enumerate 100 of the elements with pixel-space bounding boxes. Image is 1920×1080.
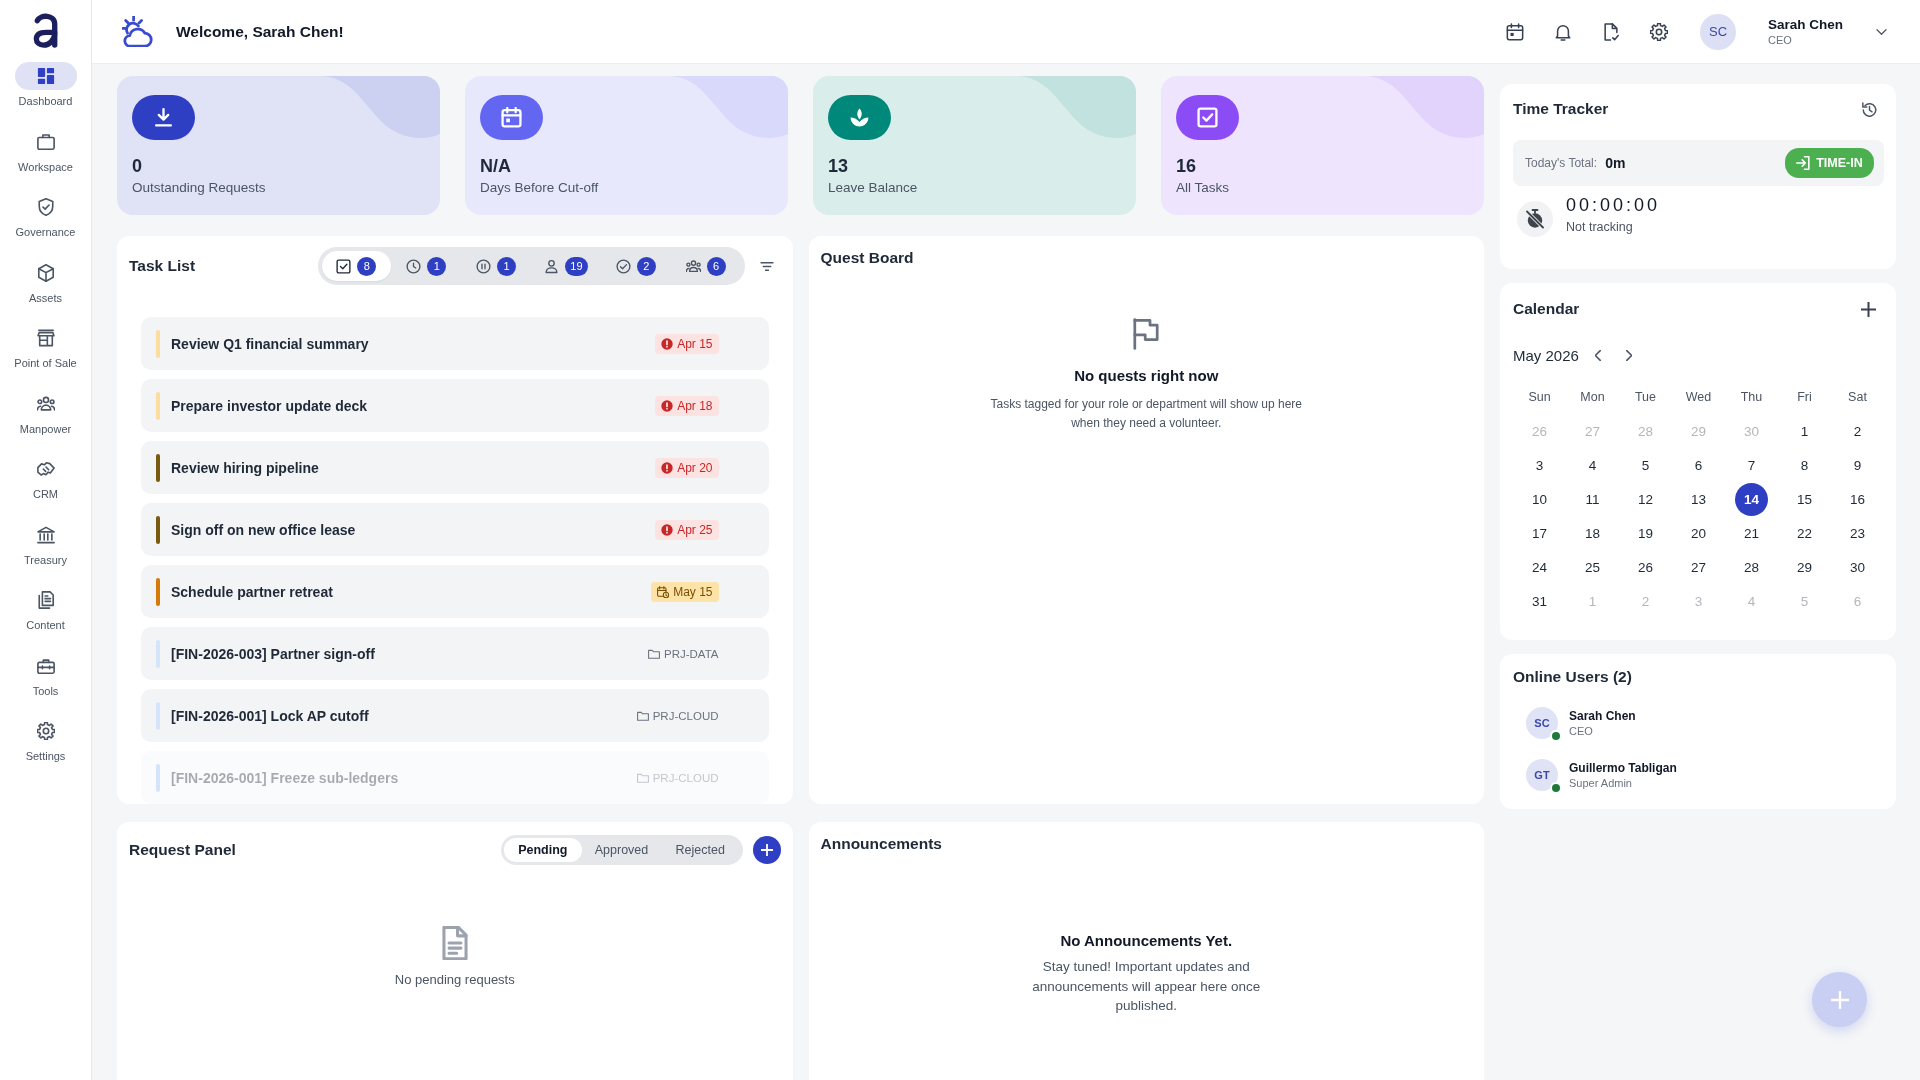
stat-card[interactable]: 16 All Tasks <box>1161 76 1484 215</box>
task-row[interactable]: Sign off on new office lease Apr 25 <box>141 503 769 556</box>
settings-icon[interactable] <box>1650 22 1668 41</box>
calendar-day[interactable]: 14 <box>1735 482 1768 516</box>
task-count: 8 <box>357 256 377 276</box>
calendar-day[interactable]: 9 <box>1841 448 1874 482</box>
status-tab[interactable]: Approved <box>582 838 661 862</box>
nav-item[interactable]: Settings <box>5 717 86 783</box>
calendar-day[interactable]: 5 <box>1629 448 1662 482</box>
calendar-day[interactable]: 17 <box>1523 516 1556 550</box>
user-avatar[interactable]: SC <box>1700 13 1736 50</box>
calendar-day[interactable]: 25 <box>1576 550 1609 584</box>
task-title: Schedule partner retreat <box>171 583 334 600</box>
chevron-down-icon[interactable] <box>1875 28 1887 35</box>
task-row[interactable]: [FIN-2026-001] Lock AP cutoff PRJ-CLOUD <box>141 689 769 742</box>
calendar-day[interactable]: 16 <box>1841 482 1874 516</box>
calendar-day[interactable]: 21 <box>1735 516 1768 550</box>
calendar-day[interactable]: 18 <box>1576 516 1609 550</box>
project-code: PRJ-DATA <box>663 647 719 660</box>
filter-tab[interactable]: 19 <box>531 251 601 281</box>
calendar-day[interactable]: 4 <box>1576 448 1609 482</box>
calendar-day[interactable]: 1 <box>1788 414 1821 448</box>
filter-tab[interactable]: 8 <box>321 251 392 281</box>
folder-icon <box>647 647 660 660</box>
nav-item[interactable]: Workspace <box>5 127 86 193</box>
calendar-day[interactable]: 23 <box>1841 516 1874 550</box>
total-value: 0m <box>1605 155 1626 171</box>
storefront-icon <box>36 329 55 347</box>
calendar-clock-icon <box>657 585 670 598</box>
calendar-day[interactable]: 11 <box>1576 482 1609 516</box>
add-request-button[interactable] <box>752 836 781 864</box>
document-icon <box>441 926 468 960</box>
logo-icon <box>32 12 59 48</box>
calendar-day[interactable]: 28 <box>1735 550 1768 584</box>
calendar-day[interactable]: 31 <box>1523 584 1556 618</box>
task-count: 1 <box>497 256 517 276</box>
filter-tab[interactable]: 2 <box>600 251 671 281</box>
people-icon <box>685 258 701 274</box>
task-title: Review hiring pipeline <box>171 459 320 476</box>
nav-item[interactable]: Assets <box>5 258 86 324</box>
calendar-day[interactable]: 22 <box>1788 516 1821 550</box>
task-row[interactable]: Review hiring pipeline Apr 20 <box>141 441 769 494</box>
calendar-day[interactable]: 27 <box>1682 550 1715 584</box>
stat-card[interactable]: 0 Outstanding Requests <box>117 76 440 215</box>
settings-icon <box>36 722 55 740</box>
panel-title: Announcements <box>820 835 942 853</box>
calendar-day[interactable]: 2 <box>1841 414 1874 448</box>
user-name: Guillermo Tabligan <box>1569 760 1677 776</box>
task-count: 2 <box>636 256 656 276</box>
calendar-day[interactable]: 7 <box>1735 448 1768 482</box>
due-date: Apr 18 <box>677 398 713 413</box>
card-title: Calendar <box>1513 300 1580 318</box>
user-name: Sarah Chen <box>1768 16 1844 33</box>
calendar-day[interactable]: 30 <box>1841 550 1874 584</box>
calendar-day[interactable]: 19 <box>1629 516 1662 550</box>
card-title: Online Users (2) <box>1513 668 1632 686</box>
empty-message: Tasks tagged for your role or department will show up here when they need a volunteer. <box>989 396 1303 432</box>
calendar-day[interactable]: 15 <box>1788 482 1821 516</box>
task-row[interactable]: Review Q1 financial summary Apr 15 <box>141 317 769 370</box>
task-title: [FIN-2026-001] Freeze sub-ledgers <box>171 769 400 786</box>
history-icon[interactable] <box>1862 101 1877 117</box>
chevron-left-icon[interactable] <box>1594 349 1601 361</box>
nav-item[interactable]: Governance <box>5 193 86 259</box>
calendar-day[interactable]: 10 <box>1523 482 1556 516</box>
calendar-day[interactable]: 20 <box>1682 516 1715 550</box>
chevron-right-icon[interactable] <box>1625 349 1632 361</box>
calendar-icon[interactable] <box>1506 22 1524 41</box>
calendar-day[interactable]: 6 <box>1682 448 1715 482</box>
filter-tab[interactable]: 6 <box>670 251 741 281</box>
nav-item[interactable]: Tools <box>5 651 86 717</box>
stat-label: All Tasks <box>1176 179 1230 196</box>
task-row[interactable]: Prepare investor update deck Apr 18 <box>141 379 769 432</box>
nav-item[interactable]: Manpower <box>5 389 86 455</box>
bell-icon[interactable] <box>1554 22 1572 41</box>
calendar-day[interactable]: 12 <box>1629 482 1662 516</box>
stat-card[interactable]: N/A Days Before Cut-off <box>465 76 788 215</box>
file-check-icon[interactable] <box>1602 22 1620 41</box>
task-row[interactable]: Schedule partner retreat May 15 <box>141 565 769 618</box>
calendar-day[interactable]: 13 <box>1682 482 1715 516</box>
status-tab[interactable]: Pending <box>503 838 583 862</box>
nav-item[interactable]: Point of Sale <box>5 324 86 390</box>
calendar-day[interactable]: 8 <box>1788 448 1821 482</box>
stat-label: Leave Balance <box>828 179 918 196</box>
filter-tab[interactable]: 1 <box>461 251 531 281</box>
nav-item[interactable]: Treasury <box>5 520 86 586</box>
filter-tab[interactable]: 1 <box>391 251 462 281</box>
alert-icon <box>661 399 674 412</box>
stat-card[interactable]: 13 Leave Balance <box>813 76 1136 215</box>
calendar-day[interactable]: 24 <box>1523 550 1556 584</box>
plus-icon[interactable] <box>1861 301 1876 317</box>
nav-item[interactable]: Dashboard <box>5 62 86 128</box>
status-tab[interactable]: Rejected <box>660 838 740 862</box>
nav-item[interactable]: CRM <box>5 455 86 521</box>
weekday-label: Thu <box>1740 389 1763 405</box>
empty-message: Stay tuned! Important updates and announcements will appear here once published. <box>1031 958 1262 1015</box>
task-row[interactable]: [FIN-2026-003] Partner sign-off PRJ-DATA <box>141 627 769 680</box>
calendar-day[interactable]: 26 <box>1629 550 1662 584</box>
calendar-day[interactable]: 3 <box>1523 448 1556 482</box>
calendar-day[interactable]: 29 <box>1788 550 1821 584</box>
nav-item[interactable]: Content <box>5 586 86 652</box>
